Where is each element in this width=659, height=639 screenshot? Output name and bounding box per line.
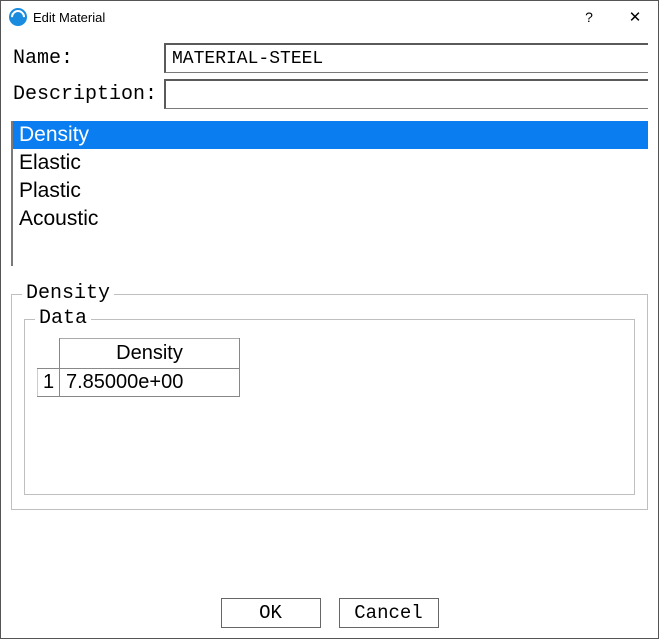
dialog-content: Name: Description: Density Elastic Plast… — [1, 33, 658, 584]
description-label: Description: — [11, 83, 164, 106]
app-icon — [9, 8, 27, 26]
data-fieldset: Data Density 1 7.85000e+00 — [24, 319, 635, 495]
cancel-button[interactable]: Cancel — [339, 598, 439, 628]
dialog-buttons: OK Cancel — [1, 584, 658, 638]
material-properties-list: Density Elastic Plastic Acoustic — [11, 121, 648, 266]
ok-button[interactable]: OK — [221, 598, 321, 628]
data-legend: Data — [35, 307, 91, 330]
name-input[interactable] — [164, 43, 648, 73]
window-title: Edit Material — [33, 10, 105, 25]
description-input[interactable] — [164, 79, 648, 109]
property-item-plastic[interactable]: Plastic — [13, 177, 648, 205]
property-item-acoustic[interactable]: Acoustic — [13, 205, 648, 233]
help-button[interactable]: ? — [566, 1, 612, 33]
density-fieldset: Density Data Density 1 7.85000e+00 — [11, 294, 648, 510]
density-column-header: Density — [60, 339, 240, 369]
close-button[interactable]: ✕ — [612, 1, 658, 33]
name-row: Name: — [11, 43, 648, 73]
name-label: Name: — [11, 47, 164, 70]
row-number: 1 — [38, 369, 60, 397]
property-item-elastic[interactable]: Elastic — [13, 149, 648, 177]
table-corner — [38, 339, 60, 369]
edit-material-dialog: Edit Material ? ✕ Name: Description: Den… — [0, 0, 659, 639]
property-item-density[interactable]: Density — [13, 121, 648, 149]
density-legend: Density — [22, 282, 114, 305]
title-bar: Edit Material ? ✕ — [1, 1, 658, 33]
density-table: Density 1 7.85000e+00 — [37, 338, 240, 397]
density-value-cell[interactable]: 7.85000e+00 — [60, 369, 240, 397]
description-row: Description: — [11, 79, 648, 109]
table-row: 1 7.85000e+00 — [38, 369, 240, 397]
